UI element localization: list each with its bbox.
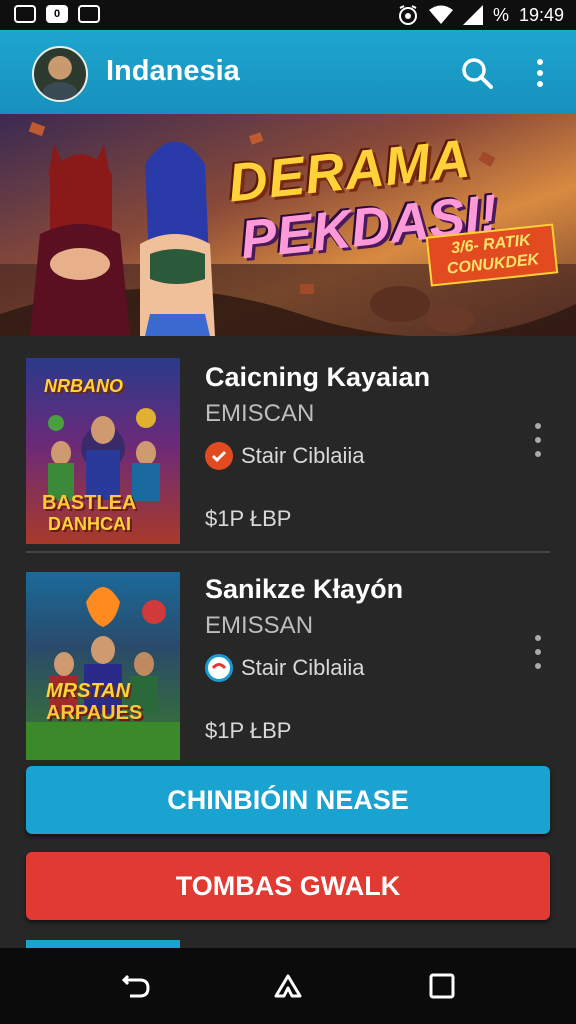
notification-icon: 0 [46, 5, 68, 23]
thumbnail-text-mid: BASTLEA [42, 492, 137, 514]
status-time: 19:49 [518, 4, 564, 25]
app-title: Indanesia [106, 55, 240, 87]
item-more-button[interactable] [530, 420, 546, 466]
rating-label: Stair Ciblaiia [241, 655, 365, 680]
app-publisher: EMISCAN [205, 400, 315, 427]
app-thumbnail[interactable]: MRSTAN ARPAUES [26, 572, 180, 760]
alarm-icon [397, 4, 419, 26]
avatar[interactable] [32, 46, 88, 102]
recents-icon [429, 973, 455, 999]
sim-icon [14, 5, 36, 23]
app-rating: Stair Ciblaiia [205, 442, 365, 470]
search-icon [462, 58, 493, 89]
promo-banner[interactable]: DERAMA PEKDASI! 3/6- RATIK CONUKDEK [0, 114, 576, 336]
app-title: Caicning Kayaian [205, 362, 431, 392]
thumbnail-art [26, 587, 180, 760]
primary-action-button[interactable]: CHINBIÓIN NEASE [26, 766, 550, 834]
screenshot-icon [78, 5, 100, 23]
app-publisher: EMISSAN [205, 612, 314, 639]
home-button[interactable] [270, 968, 306, 1004]
more-vert-icon [537, 59, 543, 87]
list-item[interactable]: NRBANO BASTLEA DANHCAI Caicning Kayaian … [0, 336, 576, 546]
item-more-button[interactable] [530, 632, 546, 678]
thumbnail-text-bottom: ARPAUES [46, 702, 143, 724]
navigation-bar [0, 948, 576, 1024]
rating-label: Stair Ciblaiia [241, 443, 365, 468]
verified-badge-icon [205, 442, 233, 470]
secondary-action-button[interactable]: TOMBAS GWALK [26, 852, 550, 920]
app-price: $1P ŁBP [205, 506, 292, 531]
app-bar: Indanesia [0, 30, 576, 114]
status-left-icons: 0 [14, 5, 100, 23]
more-vert-icon [535, 635, 541, 669]
search-button[interactable] [460, 56, 494, 90]
status-right-icons: % 19:49 [397, 4, 564, 26]
more-vert-icon [535, 423, 541, 457]
list-item[interactable]: MRSTAN ARPAUES Sanikze Kłayón EMISSAN St… [0, 552, 576, 762]
home-icon [274, 974, 302, 998]
back-button[interactable] [118, 968, 154, 1004]
wifi-icon [428, 5, 453, 25]
app-title: Sanikze Kłayón [205, 574, 404, 604]
app-rating: Stair Ciblaiia [205, 654, 365, 682]
app-price: $1P ŁBP [205, 718, 292, 743]
more-options-button[interactable] [528, 56, 552, 90]
signal-icon [462, 5, 483, 25]
thumbnail-text-bottom: DANHCAI [48, 514, 131, 534]
thumbnail-text-top: MRSTAN [46, 680, 131, 702]
back-icon [121, 974, 150, 998]
status-bar: 0 % 19:49 [0, 0, 576, 30]
battery-label: % [492, 4, 509, 25]
recents-button[interactable] [424, 968, 460, 1004]
rating-badge-icon [205, 654, 233, 682]
app-thumbnail[interactable]: NRBANO BASTLEA DANHCAI [26, 358, 180, 544]
thumbnail-text-top: NRBANO [44, 376, 123, 396]
